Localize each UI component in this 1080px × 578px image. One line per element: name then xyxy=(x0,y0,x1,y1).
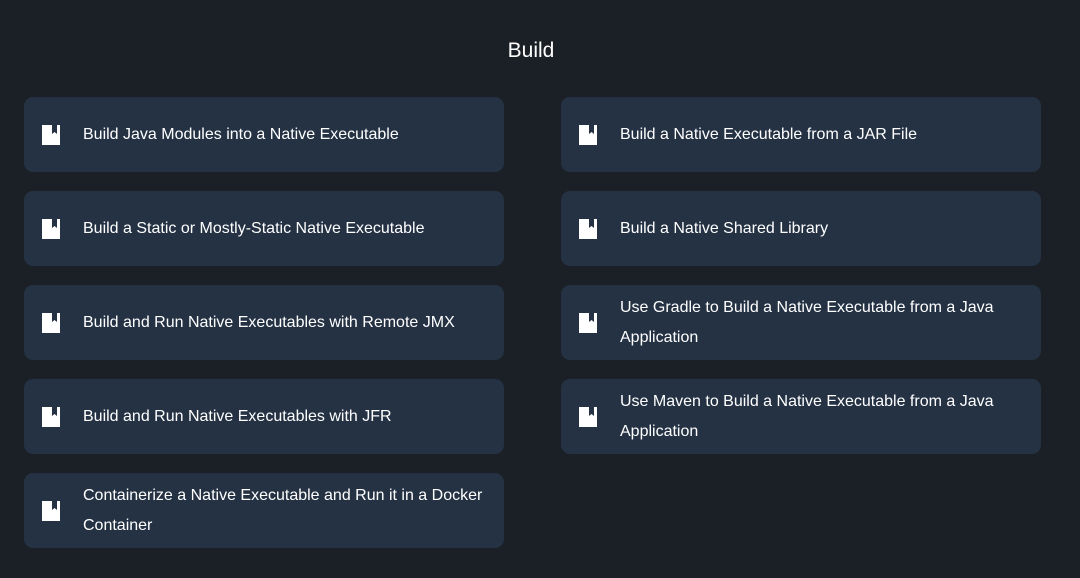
guide-card-jfr[interactable]: Build and Run Native Executables with JF… xyxy=(24,379,504,454)
guide-card-label: Build Java Modules into a Native Executa… xyxy=(83,125,399,143)
book-icon xyxy=(579,124,597,145)
guide-card-docker-container[interactable]: Containerize a Native Executable and Run… xyxy=(24,473,504,548)
guide-card-remote-jmx[interactable]: Build and Run Native Executables with Re… xyxy=(24,285,504,360)
guide-card-static-executable[interactable]: Build a Static or Mostly-Static Native E… xyxy=(24,191,504,266)
book-icon xyxy=(579,218,597,239)
guide-card-label: Build a Native Executable from a JAR Fil… xyxy=(620,125,918,143)
guide-card-label: Build a Static or Mostly-Static Native E… xyxy=(83,219,425,237)
book-icon xyxy=(42,500,60,521)
guide-card-label: Use Maven to Build a Native Executable f… xyxy=(620,392,994,440)
book-icon xyxy=(42,124,60,145)
guide-card-label: Containerize a Native Executable and Run… xyxy=(83,486,483,534)
book-icon xyxy=(42,406,60,427)
guide-card-label: Build and Run Native Executables with JF… xyxy=(83,407,392,425)
page-title: Build xyxy=(507,39,555,62)
book-icon xyxy=(42,218,60,239)
guide-card-java-modules[interactable]: Build Java Modules into a Native Executa… xyxy=(24,97,504,172)
book-icon xyxy=(579,312,597,333)
book-icon xyxy=(42,312,60,333)
guide-card-shared-library[interactable]: Build a Native Shared Library xyxy=(561,191,1041,266)
guide-card-label: Use Gradle to Build a Native Executable … xyxy=(620,298,994,346)
guide-card-grid: Build Java Modules into a Native Executa… xyxy=(24,97,1041,548)
guide-card-label: Build and Run Native Executables with Re… xyxy=(83,313,455,331)
book-icon xyxy=(579,406,597,427)
guide-card-maven[interactable]: Use Maven to Build a Native Executable f… xyxy=(561,379,1041,454)
guide-card-label: Build a Native Shared Library xyxy=(620,219,829,237)
guide-card-gradle[interactable]: Use Gradle to Build a Native Executable … xyxy=(561,285,1041,360)
guide-card-jar-file[interactable]: Build a Native Executable from a JAR Fil… xyxy=(561,97,1041,172)
